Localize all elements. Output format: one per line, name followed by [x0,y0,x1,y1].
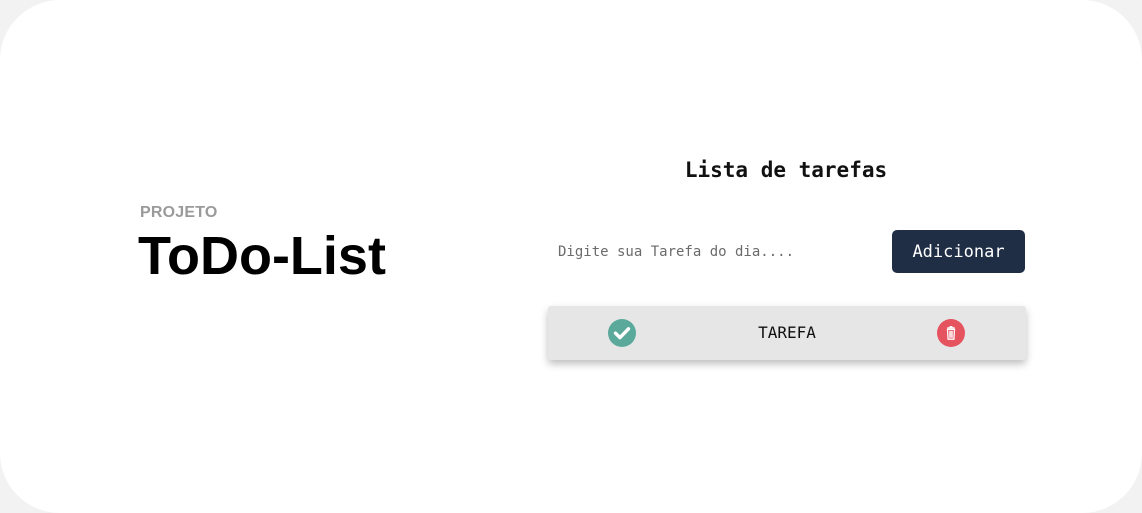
task-input[interactable] [558,236,878,268]
project-header: PROJETO ToDo-List [138,204,386,286]
trash-icon[interactable] [937,319,965,347]
list-title: Lista de tarefas [684,158,888,182]
add-button[interactable]: Adicionar [892,230,1025,273]
task-item: TAREFA [548,306,1026,360]
project-eyebrow: PROJETO [140,204,218,221]
todo-panel: Lista de tarefas Adicionar TAREFA [548,158,1026,360]
add-task-form: Adicionar [548,230,1026,274]
page-title: ToDo-List [138,226,386,286]
app-card: PROJETO ToDo-List Lista de tarefas Adici… [0,0,1142,513]
